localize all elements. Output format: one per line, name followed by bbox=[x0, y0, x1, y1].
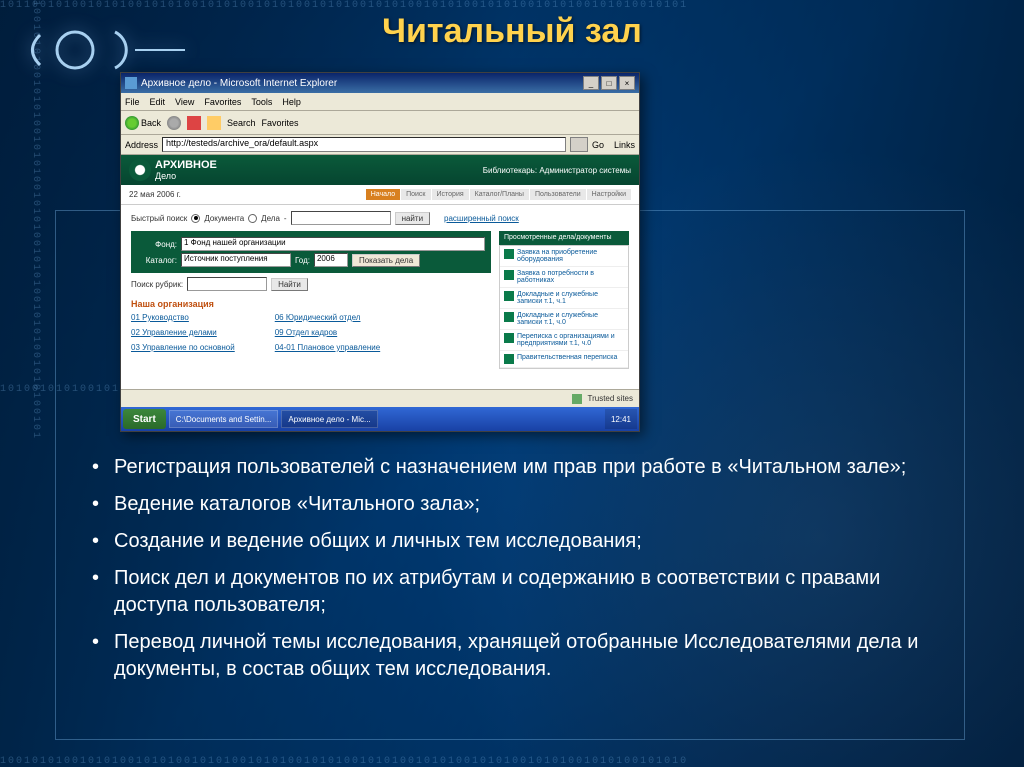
browser-statusbar: Trusted sites bbox=[121, 389, 639, 407]
windows-taskbar: Start C:\Documents and Settin... Архивно… bbox=[121, 407, 639, 431]
minimize-button[interactable]: _ bbox=[583, 76, 599, 90]
close-button[interactable]: × bbox=[619, 76, 635, 90]
librarian-value: Администратор системы bbox=[539, 166, 631, 175]
year-label: Год: bbox=[295, 256, 310, 265]
viewed-panel-header: Просмотренные дела/документы bbox=[499, 231, 629, 245]
quick-search-row: Быстрый поиск Документа Дела - найти рас… bbox=[121, 205, 639, 231]
rubric-label: Поиск рубрик: bbox=[131, 280, 183, 289]
bullet-item: Регистрация пользователей с назначением … bbox=[86, 454, 946, 481]
nav-tab-search[interactable]: Поиск bbox=[401, 189, 430, 200]
menu-favorites[interactable]: Favorites bbox=[204, 97, 241, 107]
address-bar: Address http://testeds/archive_ora/defau… bbox=[121, 135, 639, 155]
menu-tools[interactable]: Tools bbox=[251, 97, 272, 107]
taskbar-item[interactable]: C:\Documents and Settin... bbox=[169, 410, 279, 428]
fund-label: Фонд: bbox=[137, 240, 177, 249]
quick-search-label: Быстрый поиск bbox=[131, 214, 187, 223]
org-link[interactable]: 03 Управление по основной bbox=[131, 343, 235, 352]
doc-icon bbox=[504, 270, 514, 280]
favorites-button[interactable]: Favorites bbox=[262, 118, 299, 128]
forward-button[interactable] bbox=[167, 116, 181, 130]
quick-search-input[interactable] bbox=[291, 211, 391, 225]
nav-tab-users[interactable]: Пользователи bbox=[530, 189, 586, 200]
menu-view[interactable]: View bbox=[175, 97, 194, 107]
app-logo-icon bbox=[129, 159, 151, 181]
show-cases-button[interactable]: Показать дела bbox=[352, 254, 420, 267]
bullet-item: Создание и ведение общих и личных тем ис… bbox=[86, 528, 946, 555]
quick-search-button[interactable]: найти bbox=[395, 212, 430, 225]
catalog-label: Каталог: bbox=[137, 256, 177, 265]
org-link[interactable]: 01 Руководство bbox=[131, 313, 235, 322]
advanced-search-link[interactable]: расширенный поиск bbox=[444, 214, 519, 223]
nav-tab-history[interactable]: История bbox=[432, 189, 469, 200]
doc-icon bbox=[504, 312, 514, 322]
doc-icon bbox=[504, 291, 514, 301]
status-text: Trusted sites bbox=[588, 394, 634, 403]
menu-edit[interactable]: Edit bbox=[150, 97, 166, 107]
address-label: Address bbox=[125, 140, 158, 150]
org-heading: Наша организация bbox=[131, 295, 491, 313]
maximize-button[interactable]: □ bbox=[601, 76, 617, 90]
filter-box: Фонд: 1 Фонд нашей организации Каталог: … bbox=[131, 231, 491, 273]
org-link[interactable]: 04-01 Плановое управление bbox=[275, 343, 380, 352]
doc-icon bbox=[504, 354, 514, 364]
ie-icon bbox=[125, 77, 137, 89]
viewed-item[interactable]: Докладные и служебные записки т.1, ч.0 bbox=[500, 309, 628, 330]
rubric-input[interactable] bbox=[187, 277, 267, 291]
browser-screenshot: Архивное дело - Microsoft Internet Explo… bbox=[120, 72, 640, 432]
viewed-item[interactable]: Правительственная переписка bbox=[500, 351, 628, 368]
links-label[interactable]: Links bbox=[614, 140, 635, 150]
slide-title: Читальный зал bbox=[0, 12, 1024, 51]
bullet-item: Поиск дел и документов по их атрибутам и… bbox=[86, 565, 946, 619]
year-select[interactable]: 2006 bbox=[314, 253, 348, 267]
menu-bar: File Edit View Favorites Tools Help bbox=[121, 93, 639, 111]
system-tray[interactable]: 12:41 bbox=[605, 409, 637, 429]
app-brand-bottom: Дело bbox=[155, 171, 217, 181]
nav-tab-settings[interactable]: Настройки bbox=[587, 189, 631, 200]
radio-case[interactable] bbox=[248, 214, 257, 223]
viewed-item[interactable]: Докладные и служебные записки т.1, ч.1 bbox=[500, 288, 628, 309]
search-button[interactable]: Search bbox=[227, 118, 256, 128]
menu-file[interactable]: File bbox=[125, 97, 140, 107]
menu-help[interactable]: Help bbox=[282, 97, 301, 107]
rubric-search-button[interactable]: Найти bbox=[271, 278, 308, 291]
bullet-item: Перевод личной темы исследования, хранящ… bbox=[86, 629, 946, 683]
browser-toolbar: Back Search Favorites bbox=[121, 111, 639, 135]
home-button[interactable] bbox=[207, 116, 221, 130]
window-title: Архивное дело - Microsoft Internet Explo… bbox=[141, 78, 337, 89]
go-label: Go bbox=[592, 140, 604, 150]
bullet-item: Ведение каталогов «Читального зала»; bbox=[86, 491, 946, 518]
address-input[interactable]: http://testeds/archive_ora/default.aspx bbox=[162, 137, 566, 152]
go-button[interactable] bbox=[570, 137, 588, 152]
taskbar-item[interactable]: Архивное дело - Mic... bbox=[281, 410, 377, 428]
org-link[interactable]: 02 Управление делами bbox=[131, 328, 235, 337]
back-icon bbox=[125, 116, 139, 130]
viewed-item[interactable]: Переписка с организациями и предприятиям… bbox=[500, 330, 628, 351]
nav-tab-home[interactable]: Начало bbox=[366, 189, 400, 200]
viewed-item[interactable]: Заявка на приобретение оборудования bbox=[500, 246, 628, 267]
app-brand-top: АРХИВНОЕ bbox=[155, 159, 217, 171]
catalog-select[interactable]: Источник поступления bbox=[181, 253, 291, 267]
librarian-label: Библиотекарь: bbox=[483, 166, 537, 175]
window-titlebar: Архивное дело - Microsoft Internet Explo… bbox=[121, 73, 639, 93]
doc-icon bbox=[504, 249, 514, 259]
stop-button[interactable] bbox=[187, 116, 201, 130]
nav-tab-catalog[interactable]: Каталог/Планы bbox=[470, 189, 529, 200]
fund-select[interactable]: 1 Фонд нашей организации bbox=[181, 237, 485, 251]
doc-icon bbox=[504, 333, 514, 343]
back-button[interactable]: Back bbox=[125, 116, 161, 130]
date-nav-row: 22 мая 2006 г. Начало Поиск История Ката… bbox=[121, 185, 639, 205]
org-link[interactable]: 06 Юридический отдел bbox=[275, 313, 380, 322]
radio-document[interactable] bbox=[191, 214, 200, 223]
current-date: 22 мая 2006 г. bbox=[129, 190, 181, 199]
trusted-icon bbox=[572, 394, 582, 404]
viewed-list: Заявка на приобретение оборудования Заяв… bbox=[499, 245, 629, 369]
page-content: АРХИВНОЕ Дело Библиотекарь: Администрато… bbox=[121, 155, 639, 389]
app-header: АРХИВНОЕ Дело Библиотекарь: Администрато… bbox=[121, 155, 639, 185]
viewed-item[interactable]: Заявка о потребности в работниках bbox=[500, 267, 628, 288]
bullet-list: Регистрация пользователей с назначением … bbox=[86, 454, 946, 693]
org-link[interactable]: 09 Отдел кадров bbox=[275, 328, 380, 337]
start-button[interactable]: Start bbox=[123, 409, 166, 429]
